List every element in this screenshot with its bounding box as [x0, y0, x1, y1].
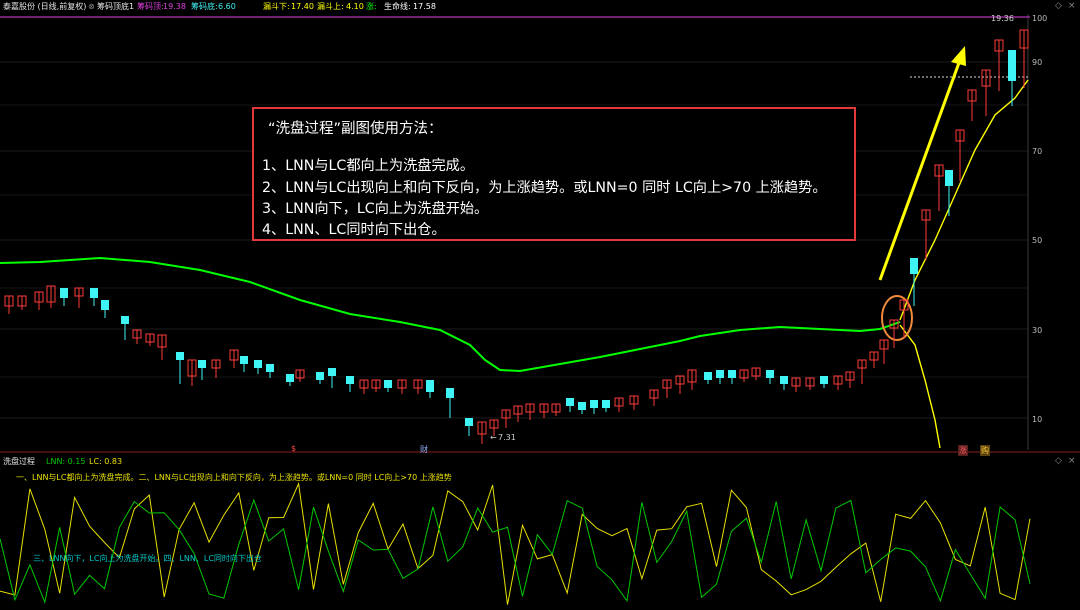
event-marker-dollar[interactable]: $	[291, 444, 296, 453]
candle-down	[602, 400, 610, 408]
candle-down	[121, 316, 129, 324]
low-price-marker: 7.31	[498, 433, 516, 442]
funnel-low-value: 17.40	[291, 2, 314, 11]
diamond-icon-sub[interactable]: ◇	[1055, 456, 1062, 466]
candle-down	[266, 364, 274, 372]
candle-down	[716, 370, 724, 378]
y-tick-10: 10	[1032, 415, 1043, 424]
main-chart-header: 泰嘉股份 (日线,前复权) ⊗ 筹码顶底1 筹码顶: 19.38 筹码底: 6.…	[0, 0, 1080, 13]
candle-down	[910, 258, 918, 274]
lc-line	[0, 481, 1031, 605]
candle-down	[90, 288, 98, 298]
y-tick-100: 100	[1032, 14, 1048, 23]
candle-down	[780, 376, 788, 384]
sub-chart-text-2: 三、LNN向下，LC向上为洗盘开始。四、LNN、LC同时向下出仓	[33, 554, 262, 563]
chip-top-value: 19.38	[163, 2, 186, 11]
note-line-2: 2、LNN与LC出现向上和向下反向，为上涨趋势。或LNN=0 同时 LC向上>7…	[262, 180, 827, 196]
event-marker-finance[interactable]: 财	[420, 444, 428, 455]
candle-down	[578, 402, 586, 410]
sub-indicator-name: 洗盘过程	[3, 457, 35, 466]
funnel-low-label: 漏斗下:	[263, 2, 290, 11]
gear-icon[interactable]: ⊗	[88, 0, 95, 13]
funnel-lower-line	[899, 324, 941, 449]
usage-note: “洗盘过程”副图使用方法： 1、LNN与LC都向上为洗盘完成。 2、LNN与LC…	[252, 107, 856, 241]
candle-down	[1008, 50, 1016, 81]
note-title: “洗盘过程”副图使用方法：	[268, 121, 443, 137]
candle-down	[945, 170, 953, 186]
candle-down	[198, 360, 206, 368]
candle-down	[465, 418, 473, 426]
candle-down	[820, 376, 828, 384]
candle-down	[346, 376, 354, 384]
candle-down	[590, 400, 598, 408]
y-tick-30: 30	[1032, 326, 1043, 335]
lifeline-value: 17.58	[413, 2, 436, 11]
candle-down	[240, 356, 248, 364]
funnel-high-value: 4.10	[346, 2, 364, 11]
candle-down	[704, 372, 712, 380]
stock-title: 泰嘉股份 (日线,前复权)	[3, 2, 87, 11]
candle-down	[60, 288, 68, 298]
candle-down	[446, 388, 454, 398]
candle-down	[254, 360, 262, 368]
event-marker-buy[interactable]: 购	[980, 445, 990, 456]
diamond-icon[interactable]: ◇	[1055, 1, 1062, 11]
candle-down	[101, 300, 109, 310]
candle-down	[566, 398, 574, 406]
close-icon[interactable]: ×	[1068, 1, 1076, 11]
trend-arrow-head	[951, 46, 966, 66]
chip-bottom-label: 筹码底:	[191, 2, 218, 11]
y-tick-50: 50	[1032, 236, 1043, 245]
lnn-line	[0, 498, 1031, 605]
y-tick-90: 90	[1032, 58, 1043, 67]
chip-top-label: 筹码顶:	[137, 2, 164, 11]
high-price-marker: 19.36	[991, 14, 1014, 23]
lifeline-label: 生命线:	[384, 2, 411, 11]
note-line-4: 4、LNN、LC同时向下出仓。	[262, 222, 446, 238]
y-tick-70: 70	[1032, 147, 1043, 156]
note-line-1: 1、LNN与LC都向上为洗盘完成。	[262, 158, 475, 174]
funnel-high-label: 漏斗上:	[317, 2, 344, 11]
main-chart[interactable]	[0, 0, 1080, 610]
close-icon-sub[interactable]: ×	[1068, 456, 1076, 466]
candle-down	[384, 380, 392, 388]
event-marker-rise[interactable]: 涨	[958, 445, 968, 456]
note-line-3: 3、LNN向下，LC向上为洗盘开始。	[262, 201, 489, 217]
candle-down	[766, 370, 774, 378]
chart-window: 泰嘉股份 (日线,前复权) ⊗ 筹码顶底1 筹码顶: 19.38 筹码底: 6.…	[0, 0, 1080, 610]
low-price-marker-arrow: ←	[490, 433, 497, 442]
indicator-name: 筹码顶底1	[97, 2, 135, 11]
funnel-upper-line	[899, 79, 1029, 321]
candle-down	[328, 368, 336, 376]
chip-bottom-value: 6.60	[218, 2, 236, 11]
candle-down	[176, 352, 184, 360]
candle-down	[316, 372, 324, 380]
candle-down	[286, 374, 294, 382]
candle-down	[426, 380, 434, 392]
lifeline-curve	[0, 256, 901, 373]
sub-chart-text-1: 一、LNN与LC都向上为洗盘完成。二、LNN与LC出现向上和向下反向，为上涨趋势…	[16, 473, 452, 482]
candle-down	[728, 370, 736, 378]
rise-label: 涨:	[366, 2, 377, 11]
lc-value: LC: 0.83	[89, 457, 123, 466]
lnn-value: LNN: 0.15	[46, 457, 86, 466]
